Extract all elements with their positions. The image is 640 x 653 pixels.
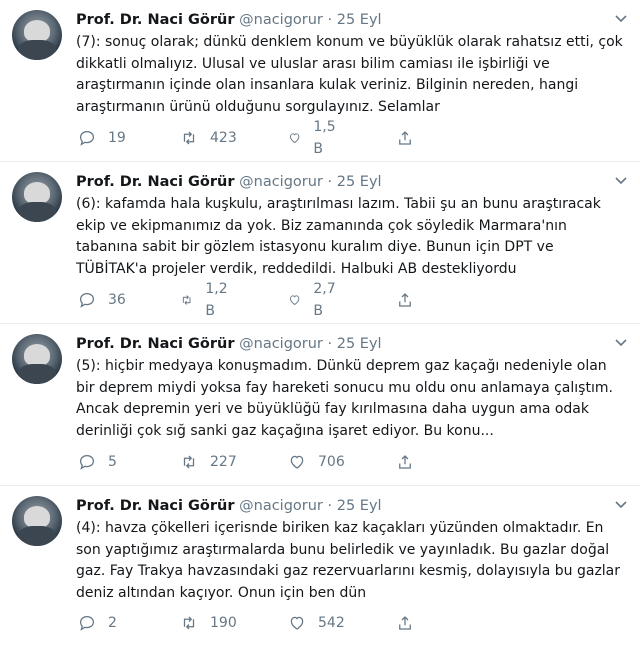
reply-button[interactable]: 5 [78,451,117,473]
share-icon [399,616,411,630]
tweet-text: (7): sonuç olarak; dünkü denklem konum v… [76,34,623,115]
chevron-down-icon[interactable] [614,500,628,510]
reply-icon [79,292,95,308]
author-handle[interactable]: @nacigorur [239,336,323,352]
reply-icon [79,615,95,631]
chevron-down-icon[interactable] [614,338,628,348]
tweet[interactable]: Prof. Dr. Naci Görür @nacigorur · 25 Eyl… [0,486,640,653]
avatar[interactable] [12,334,62,384]
share-button[interactable] [396,127,414,149]
reply-count: 36 [108,292,126,308]
tweet[interactable]: Prof. Dr. Naci Görür @nacigorur · 25 Eyl… [0,0,640,162]
tweet-text: (4): havza çökelleri içerisnde biriken k… [76,520,621,601]
reply-button[interactable]: 2 [78,612,117,634]
tweet[interactable]: Prof. Dr. Naci Görür @nacigorur · 25 Eyl… [0,162,640,324]
reply-button[interactable]: 19 [78,127,126,149]
author-name[interactable]: Prof. Dr. Naci Görür [76,12,235,28]
chevron-down-icon[interactable] [614,176,628,186]
separator-dot: · [327,336,333,352]
share-button[interactable] [396,451,414,473]
tweet-feed: Prof. Dr. Naci Görür @nacigorur · 25 Eyl… [0,0,640,653]
tweet-header: Prof. Dr. Naci Görür @nacigorur · 25 Eyl [76,334,382,354]
tweet-date[interactable]: 25 Eyl [337,498,382,514]
avatar[interactable] [12,10,62,60]
retweet-button[interactable]: 423 [180,127,237,149]
heart-icon [290,616,304,630]
reply-count: 5 [108,454,117,470]
share-icon [399,455,411,469]
like-button[interactable]: 706 [288,451,345,473]
like-count: 542 [318,615,345,631]
author-name[interactable]: Prof. Dr. Naci Görür [76,174,235,190]
retweet-icon [182,295,191,305]
reply-count: 2 [108,615,117,631]
like-count: 706 [318,454,345,470]
tweet-date[interactable]: 25 Eyl [337,12,382,28]
like-button[interactable]: 1,5 B [288,119,340,157]
retweet-icon [183,455,195,469]
share-icon [399,293,411,307]
like-button[interactable]: 542 [288,612,345,634]
like-count: 2,7 B [313,281,336,319]
like-button[interactable]: 2,7 B [288,281,340,319]
retweet-count: 1,2 B [205,281,228,319]
heart-icon [290,295,300,306]
tweet-header: Prof. Dr. Naci Görür @nacigorur · 25 Eyl [76,10,382,30]
author-handle[interactable]: @nacigorur [239,174,323,190]
retweet-button[interactable]: 190 [180,612,237,634]
author-handle[interactable]: @nacigorur [239,12,323,28]
author-name[interactable]: Prof. Dr. Naci Görür [76,336,235,352]
share-button[interactable] [396,289,414,311]
retweet-count: 190 [210,615,237,631]
author-handle[interactable]: @nacigorur [239,498,323,514]
chevron-down-icon[interactable] [614,14,628,24]
reply-icon [79,130,95,146]
heart-icon [290,455,304,469]
retweet-count: 227 [210,454,237,470]
tweet-date[interactable]: 25 Eyl [337,336,382,352]
retweet-button[interactable]: 1,2 B [180,281,232,319]
separator-dot: · [327,498,333,514]
heart-icon [290,133,300,144]
retweet-icon [183,616,195,630]
like-count: 1,5 B [313,119,336,157]
reply-icon [79,454,95,470]
separator-dot: · [327,174,333,190]
reply-button[interactable]: 36 [78,289,126,311]
author-name[interactable]: Prof. Dr. Naci Görür [76,498,235,514]
retweet-button[interactable]: 227 [180,451,237,473]
tweet-header: Prof. Dr. Naci Görür @nacigorur · 25 Eyl [76,172,382,192]
reply-count: 19 [108,130,126,146]
tweet-header: Prof. Dr. Naci Görür @nacigorur · 25 Eyl [76,496,382,516]
tweet-text: (6): kafamda hala kuşkulu, araştırılması… [76,196,601,277]
tweet-text: (5): hiçbir medyaya konuşmadım. Dünkü de… [76,358,613,439]
retweet-count: 423 [210,130,237,146]
retweet-icon [183,131,195,145]
share-button[interactable] [396,612,414,634]
tweet[interactable]: Prof. Dr. Naci Görür @nacigorur · 25 Eyl… [0,324,640,486]
tweet-date[interactable]: 25 Eyl [337,174,382,190]
avatar[interactable] [12,496,62,546]
avatar[interactable] [12,172,62,222]
separator-dot: · [327,12,333,28]
share-icon [399,131,411,145]
